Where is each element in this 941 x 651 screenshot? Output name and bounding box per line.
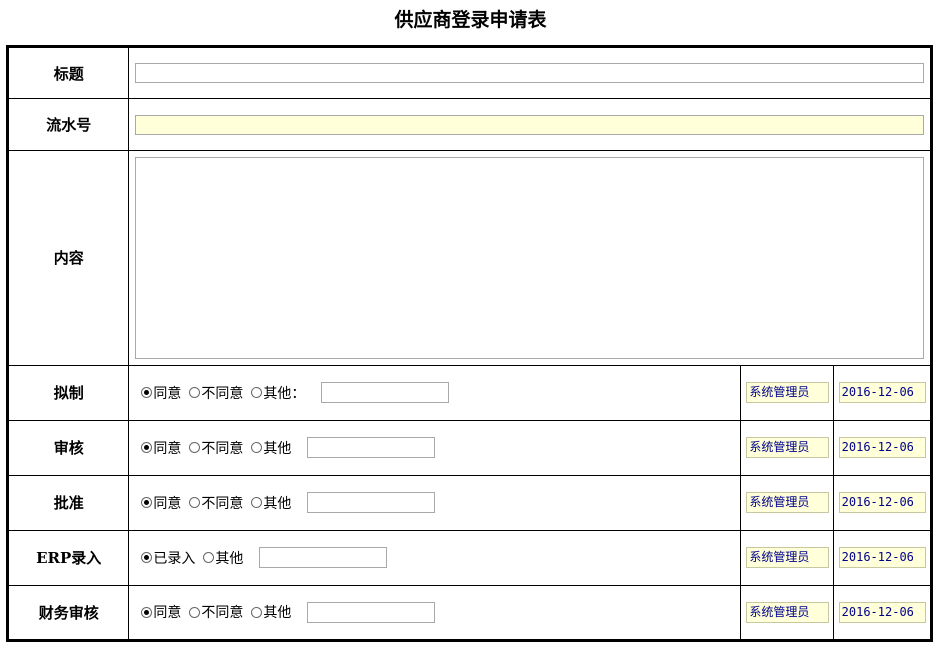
- other-input[interactable]: [307, 601, 436, 623]
- date-field[interactable]: 2016-12-06: [838, 492, 926, 514]
- approval-row: 财务审核 同意 不同意 其他 系统管理员 2016-12-06: [6, 584, 933, 642]
- approval-label: 拟制: [6, 364, 130, 421]
- radio-disagree[interactable]: 不同意: [189, 493, 243, 513]
- title-input[interactable]: [135, 63, 924, 84]
- radio-checked-icon: [141, 552, 153, 564]
- date-field[interactable]: 2016-12-06: [838, 601, 926, 623]
- serial-row: 流水号: [6, 98, 932, 152]
- radio-disagree[interactable]: 不同意: [189, 383, 243, 403]
- title-row: 标题: [6, 45, 932, 100]
- signer-field[interactable]: 系统管理员: [746, 437, 829, 459]
- signer-field[interactable]: 系统管理员: [746, 492, 829, 514]
- signer-field[interactable]: 系统管理员: [746, 547, 829, 569]
- serial-input[interactable]: [135, 114, 924, 135]
- radio-checked-icon: [141, 606, 153, 618]
- date-field[interactable]: 2016-12-06: [838, 547, 926, 569]
- approval-label: ERP录入: [6, 529, 130, 586]
- radio-unchecked-icon: [189, 442, 201, 454]
- approval-row: 拟制 同意 不同意 其他： 系统管理员 2016-12-06: [6, 364, 933, 421]
- approval-row: ERP录入 已录入 其他 系统管理员 2016-12-06: [6, 529, 933, 586]
- other-input[interactable]: [307, 437, 436, 459]
- radio-other[interactable]: 其他: [203, 548, 243, 568]
- approval-row: 审核 同意 不同意 其他 系统管理员 2016-12-06: [6, 419, 933, 476]
- radio-other[interactable]: 其他：: [251, 383, 305, 403]
- radio-agree[interactable]: 同意: [141, 602, 181, 622]
- radio-unchecked-icon: [203, 552, 215, 564]
- date-field[interactable]: 2016-12-06: [838, 382, 926, 404]
- radio-unchecked-icon: [251, 387, 263, 399]
- other-input[interactable]: [259, 547, 388, 569]
- radio-unchecked-icon: [251, 442, 263, 454]
- approval-label: 批准: [6, 474, 130, 531]
- title-label: 标题: [6, 45, 130, 100]
- content-label: 内容: [6, 150, 130, 366]
- radio-checked-icon: [141, 387, 153, 399]
- content-row: 内容: [6, 150, 932, 366]
- radio-agree[interactable]: 同意: [141, 438, 181, 458]
- date-field[interactable]: 2016-12-06: [838, 437, 926, 459]
- content-textarea[interactable]: [135, 156, 924, 359]
- radio-checked-icon: [141, 497, 153, 509]
- radio-checked-icon: [141, 442, 153, 454]
- radio-other[interactable]: 其他: [251, 602, 291, 622]
- radio-other[interactable]: 其他: [251, 438, 291, 458]
- application-form: 标题 流水号 内容 拟制 同意 不同意 其他： 系统管理员 2016-12-06…: [6, 45, 933, 642]
- signer-field[interactable]: 系统管理员: [746, 382, 829, 404]
- serial-label: 流水号: [6, 98, 130, 152]
- radio-agree[interactable]: 同意: [141, 493, 181, 513]
- radio-disagree[interactable]: 不同意: [189, 438, 243, 458]
- radio-entered[interactable]: 已录入: [141, 548, 195, 568]
- radio-unchecked-icon: [189, 606, 201, 618]
- page-title: 供应商登录申请表: [394, 9, 547, 31]
- other-input[interactable]: [307, 492, 436, 514]
- other-input[interactable]: [321, 382, 450, 404]
- radio-other[interactable]: 其他: [251, 493, 291, 513]
- radio-agree[interactable]: 同意: [141, 383, 181, 403]
- approval-row: 批准 同意 不同意 其他 系统管理员 2016-12-06: [6, 474, 933, 531]
- radio-unchecked-icon: [189, 387, 201, 399]
- radio-unchecked-icon: [189, 497, 201, 509]
- radio-unchecked-icon: [251, 497, 263, 509]
- radio-unchecked-icon: [251, 606, 263, 618]
- approval-label: 财务审核: [6, 584, 130, 642]
- approval-label: 审核: [6, 419, 130, 476]
- radio-disagree[interactable]: 不同意: [189, 602, 243, 622]
- signer-field[interactable]: 系统管理员: [746, 601, 829, 623]
